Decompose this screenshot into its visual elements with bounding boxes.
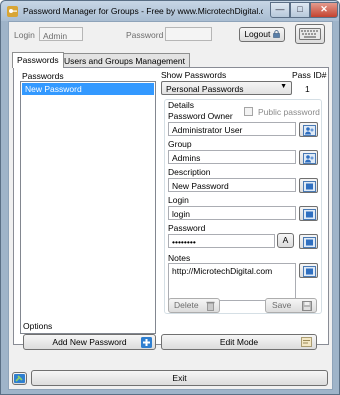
keyboard-icon: [299, 28, 321, 40]
select-owner-button[interactable]: [299, 122, 318, 137]
options-group: Options Add New Password Edit Mode: [13, 318, 329, 351]
close-button[interactable]: ✕: [310, 2, 338, 18]
tab-users-groups[interactable]: Users and Groups Management: [59, 53, 190, 68]
login-field[interactable]: Admin: [39, 27, 83, 41]
pass-id-label: Pass ID#: [292, 70, 327, 80]
users-icon: [303, 125, 316, 136]
select-group-button[interactable]: [299, 150, 318, 165]
copy-password-button[interactable]: [299, 234, 318, 249]
details-label: Details: [168, 100, 194, 110]
plus-icon: [141, 337, 152, 348]
exit-button[interactable]: Exit: [31, 370, 328, 386]
password-detail-field[interactable]: ••••••••: [168, 234, 275, 248]
list-item[interactable]: New Password: [22, 83, 154, 95]
password-owner-label: Password Owner: [168, 111, 233, 121]
client-area: Login Admin Password Logout Passwords Us…: [8, 21, 333, 390]
clipboard-icon: [303, 181, 316, 192]
title-bar[interactable]: Password Manager for Groups - Free by ww…: [1, 1, 339, 21]
trash-icon: [206, 301, 215, 311]
keyboard-button[interactable]: [295, 24, 325, 44]
show-passwords-label: Show Passwords: [161, 70, 227, 80]
copy-login-button[interactable]: [299, 206, 318, 221]
pass-id-value: 1: [305, 84, 310, 94]
tab-passwords[interactable]: Passwords: [12, 52, 64, 68]
group-field[interactable]: Admins: [168, 150, 296, 164]
clipboard-icon: [303, 209, 316, 220]
edit-mode-button[interactable]: Edit Mode: [161, 334, 317, 350]
add-new-password-label: Add New Password: [52, 337, 127, 347]
password-owner-field[interactable]: Administrator User: [168, 122, 296, 136]
settings-button[interactable]: [12, 372, 27, 385]
chevron-down-icon: ▼: [280, 83, 287, 90]
floppy-disk-icon: [302, 301, 312, 311]
maximize-button[interactable]: □: [290, 2, 310, 18]
public-password-label: Public password: [258, 107, 320, 117]
copy-description-button[interactable]: [299, 178, 318, 193]
group-label: Group: [168, 139, 192, 149]
key-app-icon: [7, 6, 18, 17]
login-label: Login: [14, 30, 35, 40]
description-label: Description: [168, 167, 211, 177]
options-label: Options: [23, 321, 53, 331]
show-passwords-value: Personal Passwords: [166, 84, 244, 94]
passwords-list[interactable]: New Password: [20, 81, 156, 334]
minimize-button[interactable]: —: [270, 2, 290, 18]
public-password-checkbox[interactable]: [244, 107, 253, 116]
users-icon: [303, 153, 316, 164]
clipboard-icon: [303, 237, 316, 248]
logout-label: Logout: [244, 29, 271, 39]
login-detail-field[interactable]: login: [168, 206, 296, 220]
save-button[interactable]: Save: [265, 298, 317, 313]
logout-button[interactable]: Logout: [239, 27, 285, 42]
app-window: Password Manager for Groups - Free by ww…: [0, 0, 340, 395]
delete-label: Delete: [174, 300, 199, 310]
login-bar: Login Admin Password Logout: [9, 22, 332, 50]
save-label: Save: [272, 300, 292, 310]
window-title: Password Manager for Groups - Free by ww…: [23, 6, 263, 16]
login-detail-label: Login: [168, 195, 189, 205]
clipboard-icon: [303, 266, 316, 277]
show-passwords-select[interactable]: Personal Passwords ▼: [161, 81, 292, 95]
password-label: Password: [126, 30, 164, 40]
add-new-password-button[interactable]: Add New Password: [23, 334, 156, 350]
show-password-button[interactable]: A: [277, 233, 294, 248]
password-field[interactable]: [165, 27, 212, 41]
edit-mode-label: Edit Mode: [219, 337, 259, 347]
notes-field[interactable]: http://MicrotechDigital.com: [168, 263, 296, 301]
tools-icon: [14, 374, 25, 383]
lock-icon: [272, 30, 280, 38]
password-detail-label: Password: [168, 223, 206, 233]
edit-form-icon: [301, 337, 312, 347]
description-field[interactable]: New Password: [168, 178, 296, 192]
passwords-list-label: Passwords: [22, 71, 64, 81]
copy-notes-button[interactable]: [299, 263, 318, 278]
delete-button[interactable]: Delete: [168, 298, 220, 313]
notes-label: Notes: [168, 253, 191, 263]
